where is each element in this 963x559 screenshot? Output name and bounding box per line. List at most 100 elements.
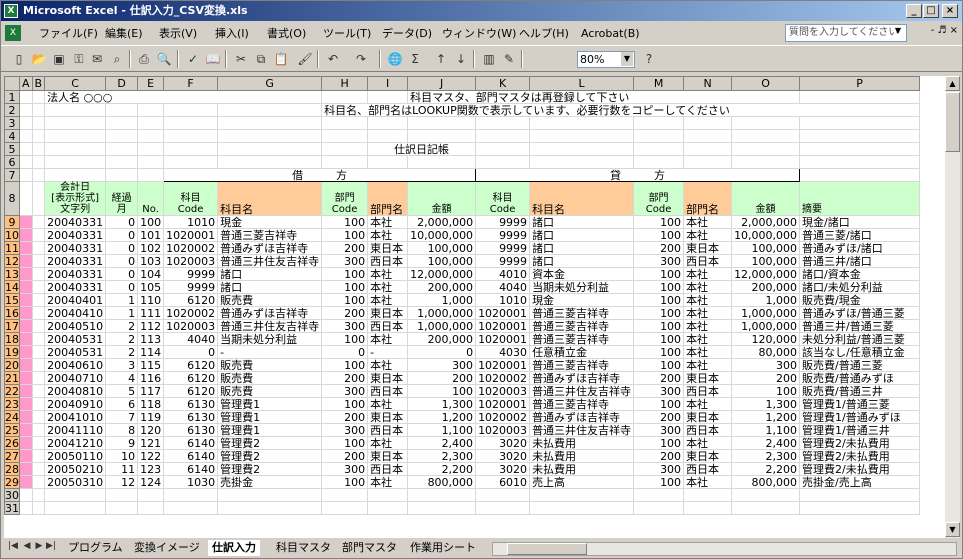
worksheet-area[interactable]: A B C D E F G H I J K L M N O P 1 法人名 ○○○ 科目マスタ、部門マスタは再登録し… [4,76,960,538]
cell[interactable] [44,142,107,156]
menu-edit[interactable]: 編集(E) [105,26,143,42]
column-header-O[interactable]: O [731,76,801,91]
cell[interactable] [799,129,921,143]
credit-code-header[interactable]: 科目 Code [475,181,531,216]
cell-elapsed[interactable]: 0 [105,215,139,229]
cell[interactable] [407,488,477,502]
cell[interactable] [367,90,409,104]
copy-icon[interactable]: ⧉ [253,51,269,67]
cell[interactable] [31,501,46,515]
cell[interactable] [44,501,107,515]
cell-debit-dept-name[interactable]: 東日本 [367,410,409,424]
cell-debit-amount[interactable]: 1,000,000 [407,319,477,333]
cell-credit-dept-code[interactable]: 300 [633,254,685,268]
cell[interactable] [19,103,33,117]
cell-credit-code[interactable]: 1020001 [475,319,531,333]
cell[interactable] [217,116,323,130]
cell-credit-dept-name[interactable]: 西日本 [683,423,733,437]
cell[interactable] [19,142,33,156]
cell-elapsed[interactable]: 5 [105,384,139,398]
cell[interactable] [217,142,323,156]
print-preview-icon[interactable]: 🔍 [156,51,172,67]
cell[interactable] [19,168,33,182]
cell-debit-code[interactable]: 1010 [163,215,219,229]
cell-credit-amount[interactable]: 2,200 [731,462,801,476]
cell-date[interactable]: 20040331 [44,215,107,229]
cell-elapsed[interactable]: 8 [105,423,139,437]
column-header-K[interactable]: K [475,76,531,91]
cell[interactable] [137,501,165,515]
cell-no[interactable]: 120 [137,423,165,437]
cell-memo[interactable]: 普通三井/諸口 [799,254,921,268]
cell-credit-dept-code[interactable]: 100 [633,280,685,294]
cell[interactable] [683,501,733,515]
prev-sheet-icon[interactable]: ◀ [22,541,32,551]
cell-date[interactable]: 20041110 [44,423,107,437]
cell-debit-dept-code[interactable]: 100 [321,280,369,294]
cell-credit-dept-code[interactable]: 200 [633,449,685,463]
cell[interactable] [367,155,409,169]
cell[interactable] [105,103,139,117]
column-header-I[interactable]: I [367,76,409,91]
row-header[interactable]: 2 [4,103,20,117]
row-marker[interactable] [19,345,33,359]
cell[interactable] [137,155,165,169]
cell-no[interactable]: 118 [137,397,165,411]
cell[interactable] [163,488,219,502]
cell-memo[interactable]: 未処分利益/普通三菱 [799,332,921,346]
cell-elapsed[interactable]: 2 [105,332,139,346]
cell-debit-dept-code[interactable]: 100 [321,332,369,346]
cell-debit-name[interactable]: 諸口 [217,280,323,294]
cell-credit-amount[interactable]: 80,000 [731,345,801,359]
undo-icon[interactable]: ↶ [325,51,341,67]
cell-debit-amount[interactable]: 100 [407,384,477,398]
cell-memo[interactable]: 売掛金/売上高 [799,475,921,489]
cell-credit-amount[interactable]: 12,000,000 [731,267,801,281]
column-header-J[interactable]: J [407,76,477,91]
cell-credit-amount[interactable]: 1,200 [731,410,801,424]
no-header[interactable]: No. [137,181,165,216]
cell-debit-amount[interactable]: 800,000 [407,475,477,489]
row-header[interactable]: 29 [4,475,20,489]
column-header-B[interactable]: B [31,76,46,91]
debit-dept-code-header[interactable]: 部門 Code [321,181,369,216]
cell-debit-dept-code[interactable]: 300 [321,423,369,437]
cell[interactable] [19,501,33,515]
cell-debit-dept-name[interactable]: 本社 [367,436,409,450]
cell-credit-code[interactable]: 1020001 [475,358,531,372]
row-header[interactable]: 27 [4,449,20,463]
cell[interactable] [367,501,409,515]
cell-debit-code[interactable]: 6140 [163,462,219,476]
cell[interactable] [31,371,46,385]
sort-ascending-icon[interactable]: ↑ [433,51,449,67]
cell-credit-name[interactable]: 資本金 [529,267,635,281]
menu-tools[interactable]: ツール(T) [323,26,371,42]
row-header[interactable]: 22 [4,384,20,398]
column-header-D[interactable]: D [105,76,139,91]
cell-no[interactable]: 110 [137,293,165,307]
cell[interactable] [529,488,635,502]
cell-memo[interactable]: 普通三菱/諸口 [799,228,921,242]
cell[interactable] [683,116,733,130]
cell-date[interactable]: 20040401 [44,293,107,307]
cell-debit-code[interactable]: 6120 [163,358,219,372]
cell[interactable] [475,116,531,130]
cell-debit-dept-code[interactable]: 100 [321,228,369,242]
cell[interactable] [731,488,801,502]
cell-debit-amount[interactable]: 10,000,000 [407,228,477,242]
cell[interactable] [799,168,921,182]
cell-credit-amount[interactable]: 200,000 [731,280,801,294]
row-header[interactable]: 19 [4,345,20,359]
cell-memo[interactable]: 販売費/現金 [799,293,921,307]
menu-acrobat[interactable]: Acrobat(B) [581,26,640,42]
cell-credit-code[interactable]: 6010 [475,475,531,489]
row-header[interactable]: 5 [4,142,20,156]
debit-code-header[interactable]: 科目 Code [163,181,219,216]
cell[interactable] [44,155,107,169]
row-marker[interactable] [19,228,33,242]
hscroll-thumb[interactable] [507,543,587,555]
cell-debit-dept-name[interactable]: 西日本 [367,319,409,333]
worksheet-grid[interactable]: A B C D E F G H I J K L M N O P 1 法人名 ○○○ 科目マスタ、部門マスタは再登録し… [4,76,921,515]
cell-debit-dept-code[interactable]: 300 [321,462,369,476]
row-header[interactable]: 15 [4,293,20,307]
